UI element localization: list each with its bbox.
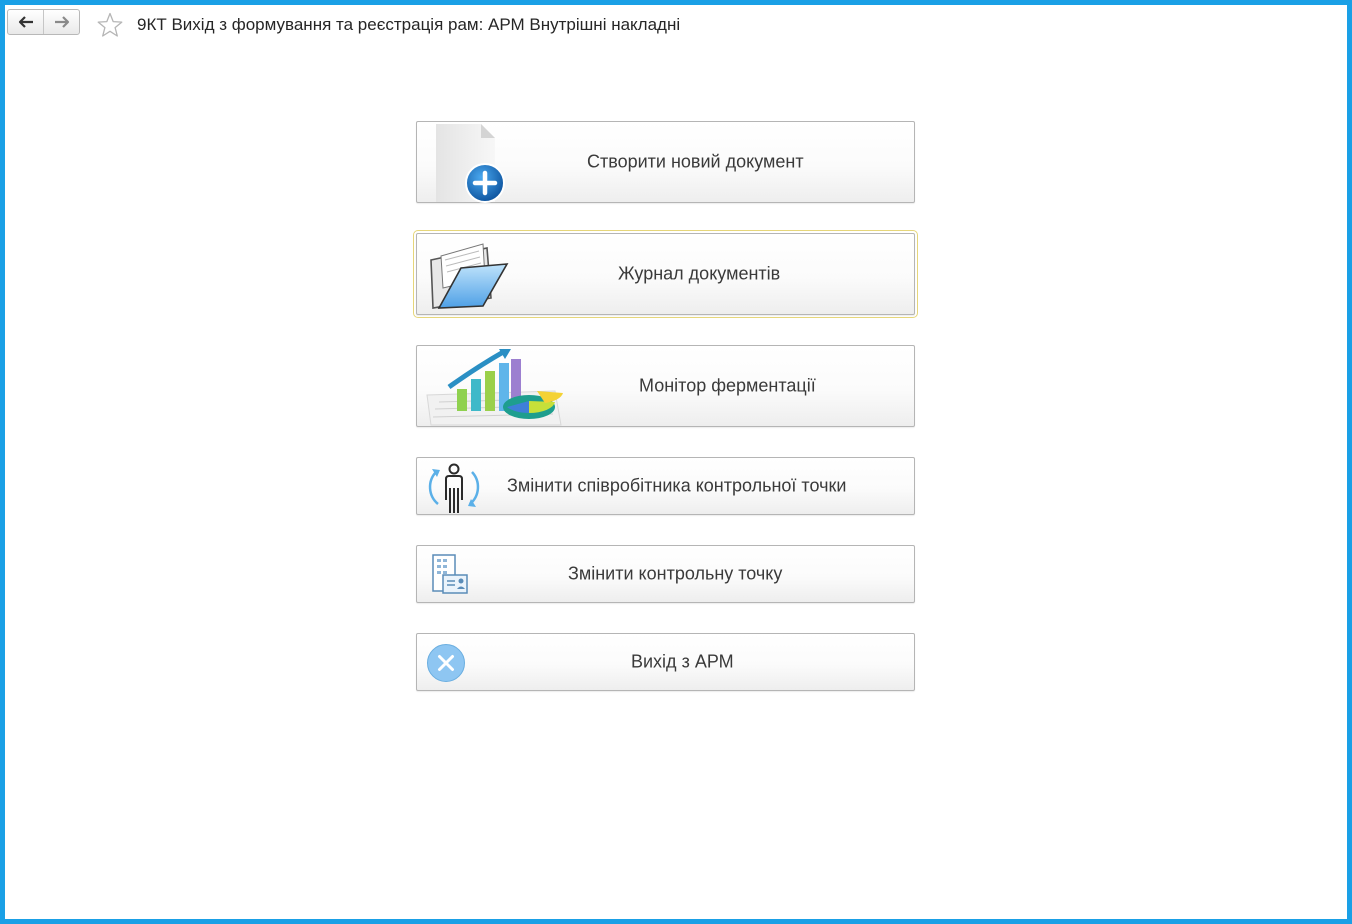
navigation-buttons xyxy=(7,9,80,35)
fermentation-monitor-label: Монітор ферментації xyxy=(639,375,816,396)
new-document-plus-icon xyxy=(436,124,505,203)
exit-button[interactable]: Вихід з АРМ xyxy=(416,633,915,691)
change-employee-button[interactable]: Змінити співробітника контрольної точки xyxy=(416,457,915,515)
forward-button[interactable] xyxy=(43,10,79,34)
title-bar: 9КТ Вихід з формування та реєстрація рам… xyxy=(5,5,1347,47)
arrow-right-icon xyxy=(54,16,69,28)
exit-label: Вихід з АРМ xyxy=(631,651,734,672)
page-title: 9КТ Вихід з формування та реєстрація рам… xyxy=(137,15,681,34)
create-document-button[interactable]: Створити новий документ xyxy=(416,121,915,203)
change-employee-label: Змінити співробітника контрольної точки xyxy=(507,475,847,496)
building-card-icon xyxy=(432,554,468,594)
documents-journal-button[interactable]: Журнал документів xyxy=(413,230,918,318)
documents-journal-label: Журнал документів xyxy=(618,263,781,284)
open-folder-icon xyxy=(430,243,509,309)
back-button[interactable] xyxy=(8,10,43,34)
arrow-left-icon xyxy=(18,16,33,28)
star-outline-icon[interactable] xyxy=(97,12,123,38)
create-document-label: Створити новий документ xyxy=(587,151,804,172)
change-checkpoint-label: Змінити контрольну точку xyxy=(568,563,783,584)
change-checkpoint-button[interactable]: Змінити контрольну точку xyxy=(416,545,915,603)
person-refresh-icon xyxy=(428,463,480,513)
close-circle-icon xyxy=(427,644,465,682)
fermentation-monitor-button[interactable]: Монітор ферментації xyxy=(416,345,915,427)
charts-icon xyxy=(426,348,563,426)
application-window: 9КТ Вихід з формування та реєстрація рам… xyxy=(0,0,1352,924)
